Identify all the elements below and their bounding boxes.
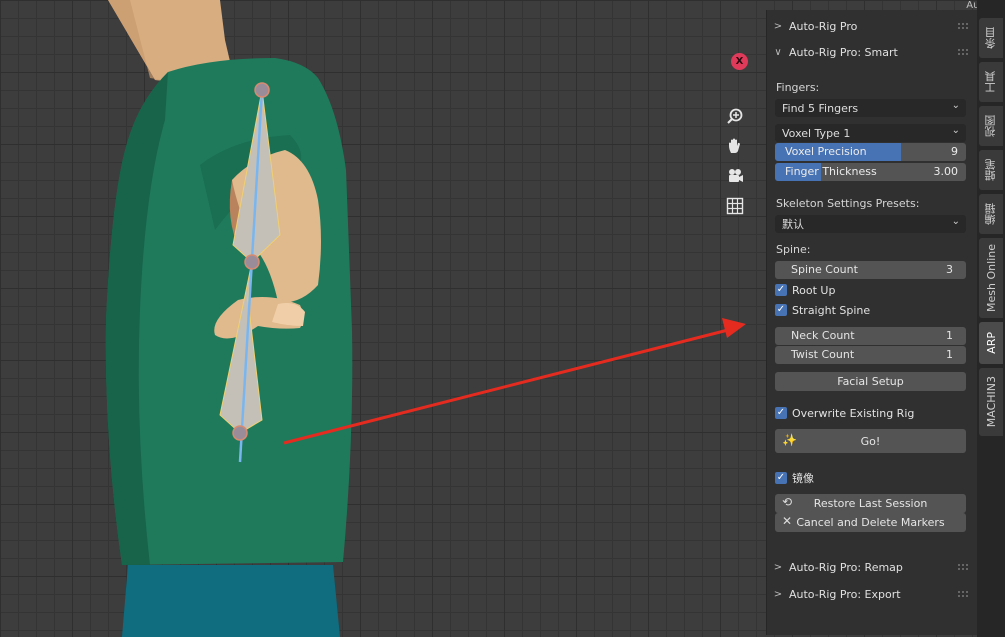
restore-session-label: Restore Last Session — [813, 497, 928, 510]
tab-label: 工具 — [984, 71, 997, 93]
go-button-label: Go! — [860, 434, 881, 448]
spine-count-value: 3 — [946, 263, 953, 276]
checkmark-icon: ✓ — [775, 407, 787, 419]
presets-dropdown[interactable]: 默认 ⌄ — [775, 215, 966, 233]
twist-count-field[interactable]: Twist Count 1 — [775, 346, 966, 364]
finger-thickness-label: Finger Thickness — [785, 165, 877, 178]
pan-hand-icon[interactable] — [723, 134, 747, 158]
drag-handle-icon[interactable] — [957, 22, 969, 29]
tab-item[interactable]: 条目 — [979, 18, 1003, 58]
facial-setup-button[interactable]: Facial Setup — [775, 372, 966, 391]
section-title: Auto-Rig Pro: Remap — [789, 560, 903, 574]
history-icon: ⟲ — [782, 495, 793, 509]
section-title: Auto-Rig Pro: Smart — [789, 45, 898, 59]
root-up-checkbox[interactable]: ✓ Root Up — [775, 282, 835, 298]
tab-label: 编辑 — [984, 203, 997, 225]
tab-edit[interactable]: 编辑 — [979, 194, 1003, 234]
zoom-in-icon[interactable] — [723, 104, 747, 128]
close-gizmo-button[interactable]: X — [731, 53, 748, 70]
restore-session-button[interactable]: ⟲ Restore Last Session — [775, 494, 966, 513]
tab-label: 视图 — [984, 115, 997, 137]
finger-thickness-slider[interactable]: Finger Thickness 3.00 — [775, 163, 966, 181]
chevron-right-icon: > — [773, 20, 783, 32]
section-export[interactable]: > Auto-Rig Pro: Export — [767, 583, 977, 605]
drag-handle-icon[interactable] — [957, 590, 969, 597]
twist-count-value: 1 — [946, 348, 953, 361]
voxel-type-dropdown[interactable]: Voxel Type 1 ⌄ — [775, 124, 966, 142]
fingers-dropdown-value: Find 5 Fingers — [782, 101, 859, 115]
spine-count-field[interactable]: Spine Count 3 — [775, 261, 966, 279]
fingers-label: Fingers: — [776, 81, 820, 94]
finger-thickness-value: 3.00 — [933, 165, 959, 178]
section-title: Auto-Rig Pro — [789, 19, 858, 33]
tab-arp[interactable]: ARP — [979, 322, 1003, 364]
sidebar-tab-strip: 条目 工具 视图 蜡笔 编辑 Mesh Online ARP MACHIN3 — [977, 0, 1005, 637]
spine-label: Spine: — [776, 243, 811, 256]
checkmark-icon: ✓ — [775, 284, 787, 296]
mirror-label: 镜像 — [792, 472, 814, 485]
straight-spine-label: Straight Spine — [792, 303, 871, 317]
overwrite-rig-checkbox[interactable]: ✓ Overwrite Existing Rig — [775, 405, 914, 421]
tab-grease-pencil[interactable]: 蜡笔 — [979, 150, 1003, 190]
drag-handle-icon[interactable] — [957, 48, 969, 55]
section-remap[interactable]: > Auto-Rig Pro: Remap — [767, 556, 977, 578]
tab-label: MACHIN3 — [984, 376, 998, 428]
checkmark-icon: ✓ — [775, 472, 787, 484]
voxel-precision-value: 9 — [951, 145, 958, 158]
tab-label: ARP — [984, 332, 998, 354]
go-button[interactable]: ✨ Go! — [775, 429, 966, 453]
tab-label: Mesh Online — [984, 244, 998, 312]
chevron-right-icon: > — [773, 588, 783, 600]
checkmark-icon: ✓ — [775, 304, 787, 316]
tab-label: 条目 — [984, 27, 997, 49]
neck-count-value: 1 — [946, 329, 953, 342]
voxel-precision-label: Voxel Precision — [785, 145, 867, 158]
section-title: Auto-Rig Pro: Export — [789, 587, 901, 601]
root-up-label: Root Up — [792, 283, 836, 297]
close-icon: ✕ — [782, 514, 793, 528]
tab-view[interactable]: 视图 — [979, 106, 1003, 146]
cancel-delete-markers-button[interactable]: ✕ Cancel and Delete Markers — [775, 513, 966, 532]
tab-tool[interactable]: 工具 — [979, 62, 1003, 102]
neck-count-field[interactable]: Neck Count 1 — [775, 327, 966, 345]
cancel-delete-label: Cancel and Delete Markers — [796, 516, 945, 529]
chevron-down-icon: ⌄ — [951, 125, 960, 136]
grid-icon[interactable] — [723, 194, 747, 218]
tab-mesh-online[interactable]: Mesh Online — [979, 238, 1003, 318]
section-smart[interactable]: ∨ Auto-Rig Pro: Smart — [767, 41, 977, 63]
straight-spine-checkbox[interactable]: ✓ Straight Spine — [775, 302, 870, 318]
magic-sparkle-icon: ✨ — [782, 433, 797, 447]
spine-count-label: Spine Count — [791, 263, 858, 276]
twist-count-label: Twist Count — [791, 348, 855, 361]
chevron-down-icon: ∨ — [774, 46, 782, 58]
mirror-checkbox[interactable]: ✓ 镜像 — [775, 470, 814, 486]
neck-count-label: Neck Count — [791, 329, 855, 342]
voxel-precision-slider[interactable]: Voxel Precision 9 — [775, 143, 966, 161]
drag-handle-icon[interactable] — [957, 563, 969, 570]
camera-icon[interactable] — [723, 164, 747, 188]
voxel-type-value: Voxel Type 1 — [782, 126, 851, 140]
sidebar-panel: > Auto-Rig Pro ∨ Auto-Rig Pro: Smart Fin… — [766, 10, 977, 635]
chevron-down-icon: ⌄ — [951, 216, 960, 227]
chevron-right-icon: > — [773, 561, 783, 573]
chevron-down-icon: ⌄ — [951, 100, 960, 111]
section-auto-rig-pro[interactable]: > Auto-Rig Pro — [767, 15, 977, 37]
overwrite-rig-label: Overwrite Existing Rig — [792, 406, 915, 420]
tab-label: 蜡笔 — [984, 159, 997, 181]
tab-machin3[interactable]: MACHIN3 — [979, 368, 1003, 436]
presets-value: 默认 — [782, 218, 804, 231]
presets-label: Skeleton Settings Presets: — [776, 197, 920, 210]
fingers-dropdown[interactable]: Find 5 Fingers ⌄ — [775, 99, 966, 117]
